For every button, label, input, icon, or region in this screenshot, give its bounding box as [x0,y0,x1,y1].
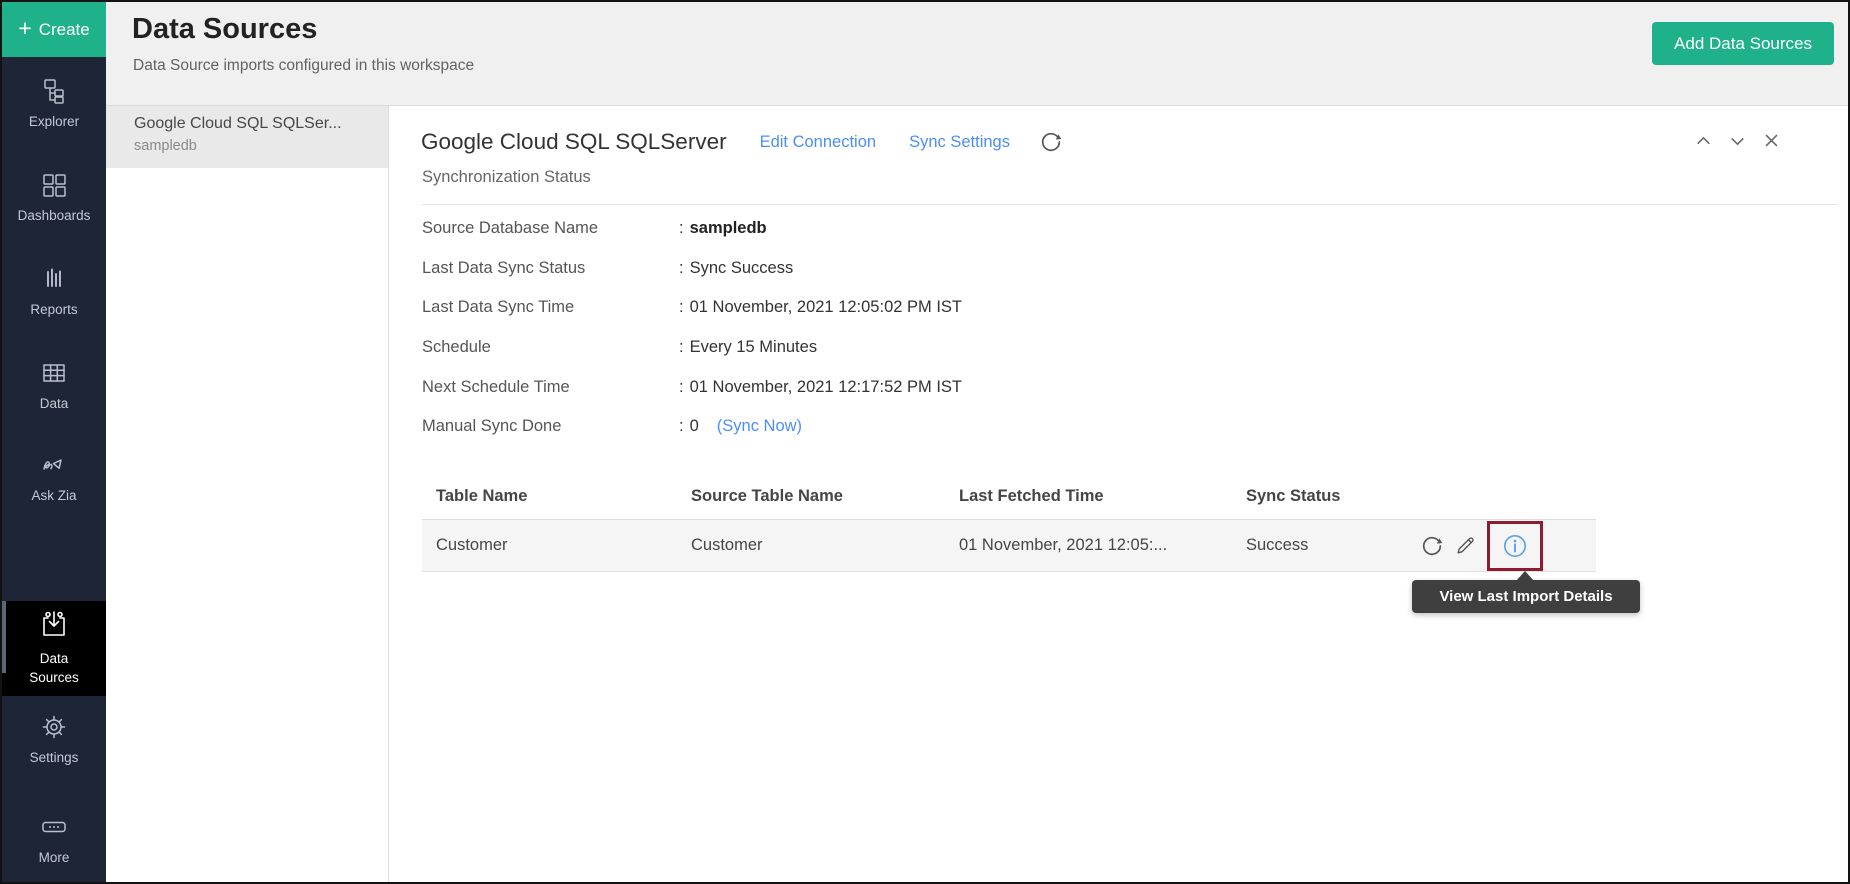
sidebar-item-label: Settings [30,750,79,765]
sidebar-item-label: Reports [30,302,77,317]
field-value: sampledb [690,219,767,238]
colon: : [679,219,684,238]
row-actions [1421,521,1596,571]
zia-icon [39,450,69,483]
source-name: Google Cloud SQL SQLSer... [134,115,378,133]
sidebar-item-ask-zia[interactable]: Ask Zia [2,450,106,503]
table-header-row: Table Name Source Table Name Last Fetche… [422,474,1596,520]
sidebar-item-data[interactable]: Data [2,358,106,411]
col-header-last-fetched-time: Last Fetched Time [959,487,1246,506]
gear-icon [39,712,69,745]
field-last-sync-time: Last Data Sync Time :01 November, 2021 1… [422,288,1828,328]
field-next-schedule-time: Next Schedule Time :01 November, 2021 12… [422,367,1828,407]
cell-source-table-name: Customer [691,536,959,555]
field-value: 01 November, 2021 12:05:02 PM IST [690,298,962,317]
colon: : [679,298,684,317]
divider [422,204,1838,205]
colon: : [679,378,684,397]
sidebar-item-settings[interactable]: Settings [2,712,106,765]
sync-settings-link[interactable]: Sync Settings [909,133,1010,152]
field-value: 0 [690,417,699,436]
panel-controls [1693,130,1782,151]
page-title: Data Sources [132,13,317,46]
field-label: Source Database Name [422,219,679,238]
tooltip-label: View Last Import Details [1439,588,1612,605]
col-header-source-table-name: Source Table Name [691,487,959,506]
field-value: Every 15 Minutes [690,338,817,357]
sync-status-value: Sync Success [690,259,794,278]
field-last-sync-status: Last Data Sync Status : Sync Success [422,249,1828,289]
close-icon[interactable] [1761,130,1782,151]
source-list-item[interactable]: Google Cloud SQL SQLSer... sampledb [106,106,388,168]
sidebar: + Create Explorer Dashboards Reports [2,2,106,882]
source-database: sampledb [134,138,378,154]
dashboards-icon [39,170,69,203]
sidebar-item-data-sources[interactable]: Data Sources [2,601,106,696]
plus-icon: + [18,17,31,40]
sync-now-link[interactable]: (Sync Now) [717,417,802,436]
sync-status-fields: Source Database Name : sampledb Last Data… [422,209,1828,447]
tooltip: View Last Import Details [1412,580,1640,613]
sidebar-item-explorer[interactable]: Explorer [2,76,106,129]
colon: : [679,259,684,278]
data-sources-icon [39,609,69,645]
info-icon[interactable] [1502,533,1528,559]
field-label: Last Data Sync Status [422,259,679,278]
field-value: 01 November, 2021 12:17:52 PM IST [690,378,962,397]
colon: : [679,417,684,436]
add-data-sources-button[interactable]: Add Data Sources [1652,22,1834,65]
sidebar-item-reports[interactable]: Reports [2,264,106,317]
field-label: Schedule [422,338,679,357]
sidebar-item-label: More [39,850,70,865]
data-table-icon [39,358,69,391]
field-schedule: Schedule : Every 15 Minutes [422,328,1828,368]
source-list-panel: Google Cloud SQL SQLSer... sampledb [106,106,389,882]
field-manual-sync-done: Manual Sync Done :0 (Sync Now) [422,407,1828,447]
sidebar-item-label: Sources [29,668,79,688]
cell-table-name: Customer [422,536,691,555]
highlight-box [1487,521,1543,571]
detail-header: Google Cloud SQL SQLServer Edit Connecti… [421,122,1062,162]
top-header: Data Sources Data Source imports configu… [106,2,1848,106]
col-header-sync-status: Sync Status [1246,487,1421,506]
tables-table: Table Name Source Table Name Last Fetche… [422,474,1596,572]
explorer-icon [39,76,69,109]
sidebar-item-label: Data [40,396,69,411]
reports-icon [39,264,69,297]
field-label: Next Schedule Time [422,378,679,397]
page-subtitle: Data Source imports configured in this w… [133,57,474,75]
more-ellipsis-icon [39,812,69,845]
edit-connection-link[interactable]: Edit Connection [760,133,877,152]
col-header-table-name: Table Name [422,487,691,506]
cell-last-fetched-time: 01 November, 2021 12:05:... [959,536,1246,555]
sidebar-item-label: Ask Zia [31,488,76,503]
edit-pencil-icon[interactable] [1455,536,1475,556]
field-source-database-name: Source Database Name : sampledb [422,209,1828,249]
sidebar-item-label: Explorer [29,114,79,129]
connection-title: Google Cloud SQL SQLServer [421,129,727,155]
section-title: Synchronization Status [422,168,591,187]
app-window: + Create Explorer Dashboards Reports [0,0,1850,884]
colon: : [679,338,684,357]
chevron-up-icon[interactable] [1693,130,1714,151]
field-label: Last Data Sync Time [422,298,679,317]
chevron-down-icon[interactable] [1727,130,1748,151]
create-button[interactable]: + Create [2,2,106,57]
sidebar-item-label: Dashboards [18,208,91,223]
sidebar-item-dashboards[interactable]: Dashboards [2,170,106,223]
refresh-icon[interactable] [1040,131,1062,153]
row-sync-refresh-icon[interactable] [1421,535,1443,557]
cell-sync-status: Success [1246,536,1421,555]
field-label: Manual Sync Done [422,417,679,436]
table-row: Customer Customer 01 November, 2021 12:0… [422,520,1596,572]
sidebar-item-label: Data [40,649,69,669]
sidebar-item-more[interactable]: More [2,812,106,865]
detail-panel: Google Cloud SQL SQLServer Edit Connecti… [389,106,1848,882]
create-button-label: Create [39,20,90,40]
